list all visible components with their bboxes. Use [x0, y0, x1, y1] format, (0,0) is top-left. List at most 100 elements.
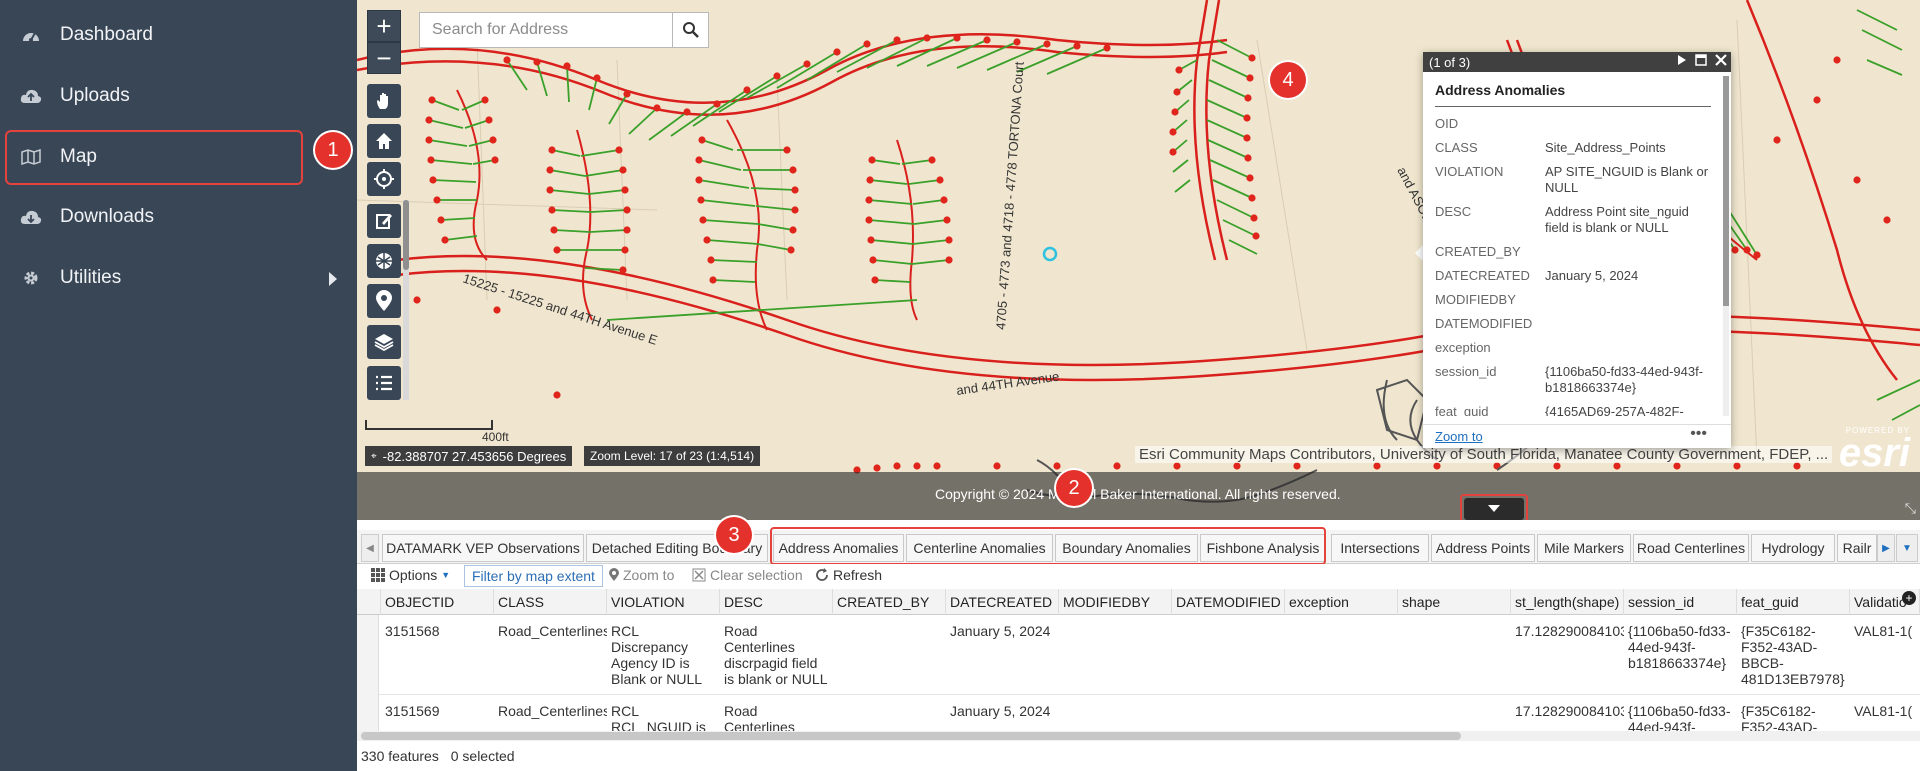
plus-icon: +	[376, 10, 392, 41]
table-row[interactable]: 3151569 Road_Centerlines RCL RCL_NGUID i…	[357, 695, 1920, 733]
caret-right-icon: ▶	[1882, 542, 1890, 554]
row-selector[interactable]	[357, 615, 379, 695]
filter-by-map-extent-button[interactable]: Filter by map extent	[464, 565, 603, 587]
sidebar-item-uploads[interactable]: Uploads	[0, 66, 357, 126]
sidebar-item-downloads[interactable]: Downloads	[0, 187, 357, 247]
row-selector-header	[357, 589, 381, 615]
view-pin-button[interactable]	[367, 284, 401, 318]
callout-badge-3: 3	[716, 517, 752, 553]
popup-field: feat_guid{4165AD69-257A-482F-AED0-5E8378…	[1435, 404, 1684, 416]
crosshair-small-icon: ⌖	[371, 450, 377, 462]
column-header-session-id[interactable]: session_id	[1624, 589, 1737, 615]
column-header-created-by[interactable]: CREATED_BY	[833, 589, 946, 615]
toolbar-scrollbar[interactable]	[403, 200, 409, 400]
legend-button[interactable]	[367, 366, 401, 400]
tab-datamark-vep-observations[interactable]: DATAMARK VEP Observations	[382, 534, 584, 562]
popup-counter: (1 of 3)	[1429, 54, 1471, 70]
tab-address-points[interactable]: Address Points	[1431, 534, 1535, 562]
clear-selection-button[interactable]: Clear selection	[692, 567, 803, 583]
crosshair-icon	[374, 169, 394, 189]
tab-scroll-right[interactable]: ▶	[1877, 534, 1895, 562]
search-input[interactable]	[420, 13, 672, 47]
next-feature-icon[interactable]	[1677, 55, 1687, 65]
row-selector[interactable]	[357, 695, 379, 733]
close-icon[interactable]	[1715, 54, 1727, 66]
zoom-out-button[interactable]: −	[367, 42, 401, 74]
tab-intersections[interactable]: Intersections	[1331, 534, 1429, 562]
column-header-desc[interactable]: DESC	[720, 589, 833, 615]
coordinates-text: -82.388707 27.453656 Degrees	[382, 448, 567, 464]
caret-down-icon	[1488, 505, 1500, 512]
map-icon	[20, 146, 42, 168]
column-header-objectid[interactable]: OBJECTID	[381, 589, 494, 615]
column-header-datecreated[interactable]: DATECREATED	[946, 589, 1059, 615]
column-header-violation[interactable]: VIOLATION	[607, 589, 720, 615]
collapse-table-button[interactable]	[1464, 498, 1524, 520]
tab-road-centerlines[interactable]: Road Centerlines	[1633, 534, 1749, 562]
coordinate-readout: ⌖ -82.388707 27.453656 Degrees	[365, 446, 573, 466]
tab-railroads[interactable]: Railr	[1837, 534, 1877, 562]
address-search	[419, 12, 709, 48]
layers-button[interactable]	[367, 325, 401, 359]
options-menu[interactable]: Options ▼	[371, 567, 450, 583]
tab-menu-button[interactable]: ▼	[1896, 534, 1918, 562]
popup-title: Address Anomalies	[1435, 82, 1566, 98]
attribute-table: OBJECTID CLASS VIOLATION DESC CREATED_BY…	[357, 589, 1920, 733]
basemap-icon	[376, 253, 392, 269]
callout-badge-1: 1	[315, 132, 351, 168]
grid-icon	[371, 568, 385, 582]
sidebar-item-label: Uploads	[60, 85, 130, 106]
anomaly-tabs-highlight	[770, 527, 1326, 565]
column-header-class[interactable]: CLASS	[494, 589, 607, 615]
column-header-shape[interactable]: shape	[1398, 589, 1511, 615]
pan-tool-button[interactable]	[367, 84, 401, 118]
sidebar-item-map[interactable]: Map	[0, 127, 357, 187]
home-button[interactable]	[367, 124, 401, 158]
tab-hydrology[interactable]: Hydrology	[1751, 534, 1835, 562]
table-row[interactable]: 3151568 Road_Centerlines RCL Discrepancy…	[357, 615, 1920, 695]
selected-count: 0 selected	[450, 748, 515, 764]
more-options-icon[interactable]: •••	[1690, 425, 1707, 443]
popup-field: OID	[1435, 116, 1459, 131]
sidebar-item-label: Dashboard	[60, 24, 153, 45]
table-horizontal-scrollbar[interactable]	[357, 731, 1920, 741]
resize-grip-icon[interactable]: ⤡	[1905, 500, 1916, 517]
zoom-in-button[interactable]: +	[367, 10, 401, 42]
chevron-down-icon: ▼	[1902, 542, 1912, 554]
column-header-feat-guid[interactable]: feat_guid	[1737, 589, 1850, 615]
minus-icon: −	[376, 42, 392, 73]
hand-icon	[377, 93, 388, 109]
popup-field: CLASS Site_Address_Points	[1435, 140, 1666, 155]
sidebar-item-label: Map	[60, 146, 97, 167]
maximize-icon[interactable]	[1695, 54, 1707, 66]
layers-icon	[374, 334, 394, 352]
column-header-modifiedby[interactable]: MODIFIEDBY	[1059, 589, 1172, 615]
zoom-level-readout: Zoom Level: 17 of 23 (1:4,514)	[584, 446, 761, 466]
map-view[interactable]: 15225 - 15225 and 44TH Avenue E 4705 - 4…	[357, 0, 1920, 520]
popup-field: exception	[1435, 340, 1491, 355]
add-column-icon[interactable]: +	[1902, 591, 1916, 605]
column-header-datemodified[interactable]: DATEMODIFIED	[1172, 589, 1285, 615]
tab-scroll-left[interactable]: ◀	[361, 534, 379, 562]
column-header-exception[interactable]: exception	[1285, 589, 1398, 615]
sidebar-item-utilities[interactable]: Utilities	[0, 248, 357, 308]
table-toolbar: Options ▼ Filter by map extent Zoom to C…	[357, 564, 1920, 588]
sidebar-item-dashboard[interactable]: Dashboard	[0, 5, 357, 65]
basemap-button[interactable]	[367, 244, 401, 278]
edit-tool-button[interactable]	[367, 204, 401, 238]
locate-button[interactable]	[367, 162, 401, 196]
cloud-download-icon	[20, 206, 42, 228]
popup-zoom-to-link[interactable]: Zoom to	[1435, 429, 1483, 444]
zoom-to-button[interactable]: Zoom to	[609, 567, 674, 583]
scale-label: 400ft	[482, 430, 509, 444]
search-button[interactable]	[672, 13, 708, 47]
list-icon	[376, 375, 392, 391]
column-header-st-length[interactable]: st_length(shape)	[1511, 589, 1624, 615]
copyright-text: Copyright © 2024 Michael Baker Internati…	[935, 486, 1341, 502]
tab-mile-markers[interactable]: Mile Markers	[1537, 534, 1631, 562]
table-footer: 330 features 0 selected	[357, 742, 1920, 771]
refresh-button[interactable]: Refresh	[815, 567, 882, 583]
table-header: OBJECTID CLASS VIOLATION DESC CREATED_BY…	[357, 589, 1920, 615]
popup-scrollbar[interactable]	[1723, 76, 1729, 416]
popup-field: DATECREATED January 5, 2024	[1435, 268, 1639, 283]
